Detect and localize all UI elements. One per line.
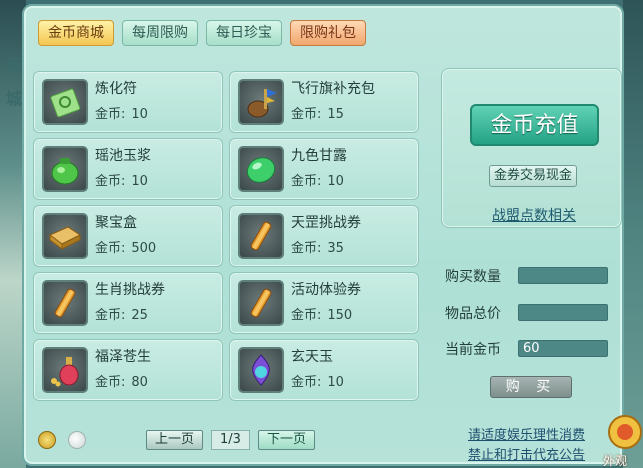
item-price: 金币: 15 [291, 103, 344, 122]
flag-pouch-icon [238, 79, 284, 125]
item-name: 生肖挑战券 [95, 282, 165, 298]
tab-daily-treasure[interactable]: 每日珍宝 [206, 20, 282, 46]
healthy-gaming-notice-link[interactable]: 请适度娱乐理性消费 [468, 424, 585, 443]
green-gem-icon [238, 146, 284, 192]
item-grid: 炼化符 金币: 10 飞行旗补充包 金币: 15 瑶池玉浆 金币: 10 九色甘露 金… [33, 71, 419, 401]
price-label: 金币: [291, 174, 322, 189]
price-label: 金币: [95, 375, 126, 390]
item-price: 金币: 10 [95, 103, 148, 122]
item-name: 活动体验券 [291, 282, 361, 298]
item-name: 玄天玉 [291, 349, 333, 365]
tab-gold-shop[interactable]: 金币商城 [38, 20, 114, 46]
purple-jade-icon [238, 347, 284, 393]
scroll-icon [238, 280, 284, 326]
green-jar-icon [42, 146, 88, 192]
price-value: 500 [131, 241, 157, 256]
alliance-points-link[interactable]: 战盟点数相关 [492, 205, 576, 225]
tab-limited-gift-pack[interactable]: 限购礼包 [290, 20, 366, 46]
quantity-field[interactable] [518, 267, 608, 284]
price-label: 金币: [95, 174, 126, 189]
treasure-box-icon [42, 213, 88, 259]
price-label: 金币: [95, 308, 126, 323]
item-price: 金币: 500 [95, 237, 156, 256]
total-price-field [518, 304, 608, 321]
shop-tabs: 金币商城 每周限购 每日珍宝 限购礼包 [38, 20, 366, 46]
item-card[interactable]: 活动体验券 金币: 150 [229, 272, 419, 334]
price-label: 金币: [95, 107, 126, 122]
next-page-button[interactable]: 下一页 [257, 430, 315, 450]
item-card[interactable]: 聚宝盒 金币: 500 [33, 205, 223, 267]
item-name: 九色甘露 [291, 148, 347, 164]
background-text: 商 [3, 56, 22, 72]
potion-icon [42, 347, 88, 393]
item-card[interactable]: 九色甘露 金币: 10 [229, 138, 419, 200]
page-indicator: 1/3 [211, 430, 250, 450]
price-label: 金币: [291, 107, 322, 122]
anti-proxy-recharge-notice-link[interactable]: 禁止和打击代充公告 [468, 444, 585, 463]
price-value: 25 [131, 308, 148, 323]
total-price-label: 物品总价 [445, 306, 501, 322]
item-card[interactable]: 瑶池玉浆 金币: 10 [33, 138, 223, 200]
item-card[interactable]: 玄天玉 金币: 10 [229, 339, 419, 401]
pagination: 上一页 1/3 下一页 [146, 430, 315, 450]
price-label: 金币: [291, 241, 322, 256]
quantity-label: 购买数量 [445, 269, 501, 285]
item-price: 金币: 10 [291, 170, 344, 189]
coupon-exchange-button[interactable]: 金券交易现金 [489, 165, 578, 187]
item-name: 聚宝盒 [95, 215, 137, 231]
item-name: 福泽苍生 [95, 349, 151, 365]
price-label: 金币: [291, 308, 322, 323]
item-price: 金币: 10 [95, 170, 148, 189]
current-gold-label: 当前金币 [445, 342, 501, 358]
price-label: 金币: [291, 375, 322, 390]
item-card[interactable]: 炼化符 金币: 10 [33, 71, 223, 133]
prev-page-button[interactable]: 上一页 [146, 430, 204, 450]
current-gold-field: 60 [518, 340, 608, 357]
item-price: 金币: 10 [291, 371, 344, 390]
price-value: 10 [327, 174, 344, 189]
appearance-label: 外观 [603, 454, 628, 468]
item-price: 金币: 35 [291, 237, 344, 256]
buy-button[interactable]: 购 买 [490, 376, 572, 398]
price-value: 15 [327, 107, 344, 122]
gold-shop-panel: 金币商城 每周限购 每日珍宝 限购礼包 炼化符 金币: 10 飞行旗补充包 金币:… [22, 4, 624, 466]
item-price: 金币: 150 [291, 304, 352, 323]
item-card[interactable]: 天罡挑战券 金币: 35 [229, 205, 419, 267]
background-right-scene [623, 0, 643, 468]
gold-recharge-button[interactable]: 金币充值 [470, 104, 599, 146]
pearl-icon[interactable] [68, 431, 86, 449]
talisman-icon [42, 79, 88, 125]
item-price: 金币: 25 [95, 304, 148, 323]
item-card[interactable]: 生肖挑战券 金币: 25 [33, 272, 223, 334]
scroll-icon [42, 280, 88, 326]
price-value: 10 [327, 375, 344, 390]
item-name: 飞行旗补充包 [291, 81, 375, 97]
magnifier-coin-icon[interactable] [38, 431, 56, 449]
price-label: 金币: [95, 241, 126, 256]
price-value: 10 [131, 107, 148, 122]
price-value: 150 [327, 308, 353, 323]
appearance-icon[interactable]: 外观 [603, 406, 643, 468]
item-card[interactable]: 福泽苍生 金币: 80 [33, 339, 223, 401]
price-value: 35 [327, 241, 344, 256]
item-name: 瑶池玉浆 [95, 148, 151, 164]
background-text: 城 [3, 90, 22, 106]
price-value: 80 [131, 375, 148, 390]
item-name: 炼化符 [95, 81, 137, 97]
item-name: 天罡挑战券 [291, 215, 361, 231]
item-price: 金币: 80 [95, 371, 148, 390]
price-value: 10 [131, 174, 148, 189]
tab-weekly-limited[interactable]: 每周限购 [122, 20, 198, 46]
scroll-icon [238, 213, 284, 259]
item-card[interactable]: 飞行旗补充包 金币: 15 [229, 71, 419, 133]
recharge-box: 金币充值 金券交易现金 战盟点数相关 [441, 68, 622, 228]
